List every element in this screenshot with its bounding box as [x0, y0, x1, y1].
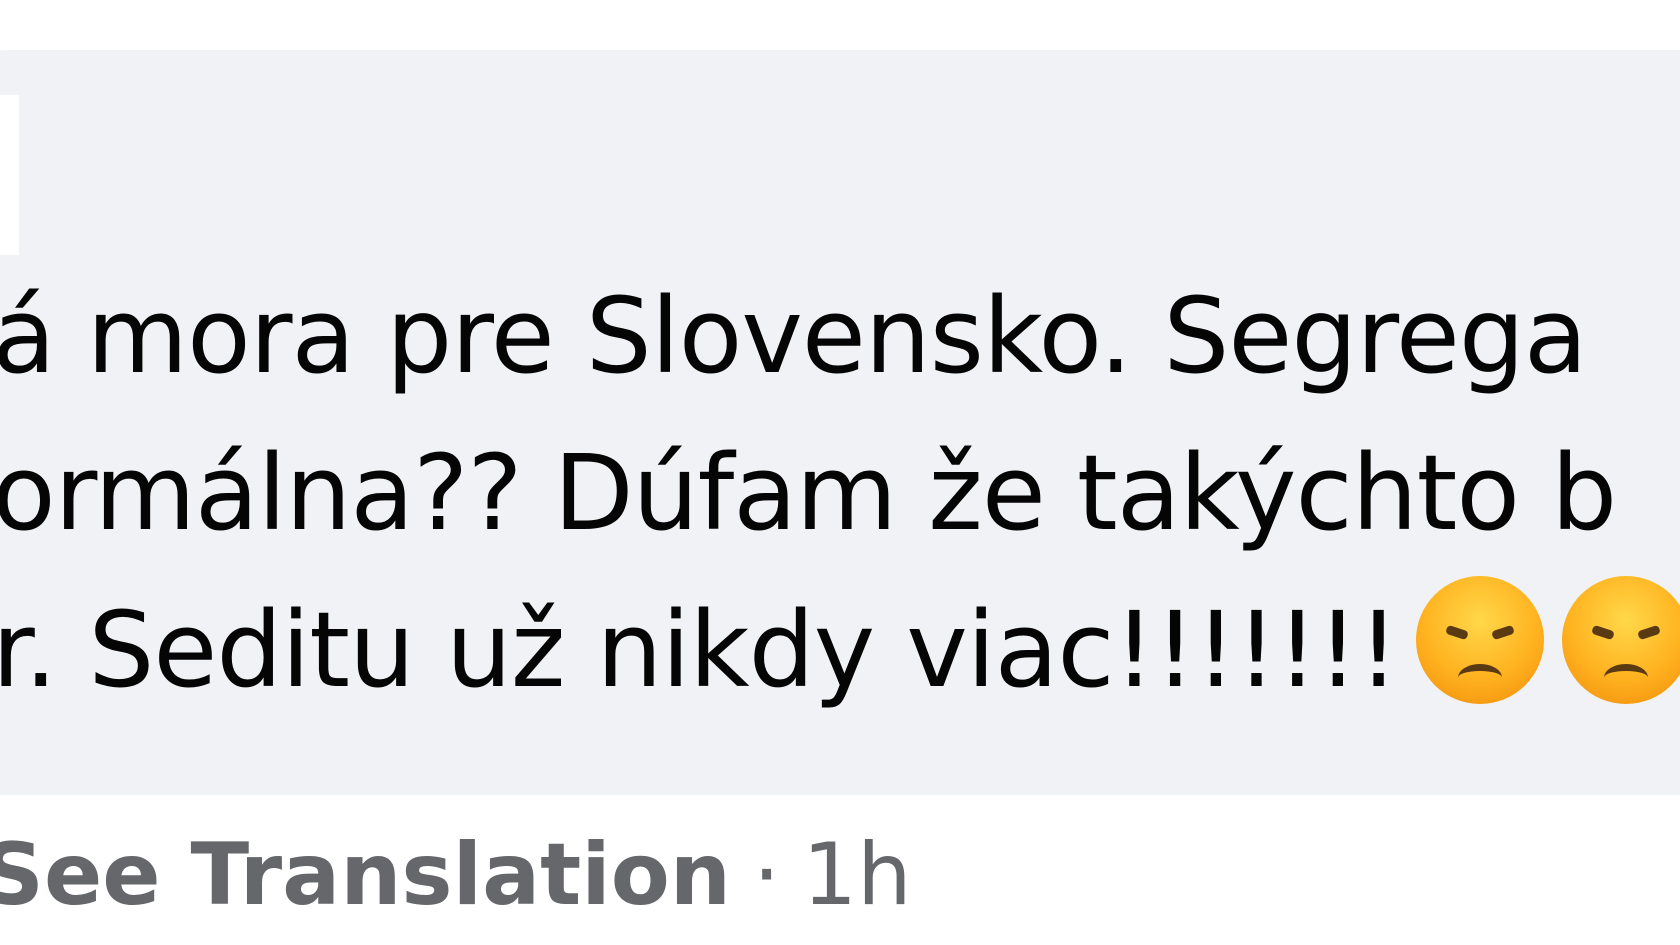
comment-timestamp[interactable]: 1h: [802, 825, 911, 925]
comment-line-3-text: r. Seditu už nikdy viac!!!!!!!: [0, 589, 1399, 711]
comment-screenshot: á mora pre Slovensko. Segrega ormálna?? …: [0, 0, 1680, 945]
separator-dot: ·: [753, 825, 781, 925]
comment-body: á mora pre Slovensko. Segrega ormálna?? …: [0, 258, 1680, 729]
comment-line-2: ormálna?? Dúfam že takýchto b: [0, 432, 1617, 554]
comment-actions: See Translation · 1h: [0, 820, 912, 930]
see-translation-link[interactable]: See Translation: [0, 825, 731, 925]
angry-face-icon: [1416, 576, 1545, 704]
comment-line-1: á mora pre Slovensko. Segrega: [0, 275, 1588, 397]
angry-face-icon: [1562, 576, 1680, 704]
comment-line-3: r. Seditu už nikdy viac!!!!!!!: [0, 572, 1680, 729]
author-area: [0, 95, 19, 255]
